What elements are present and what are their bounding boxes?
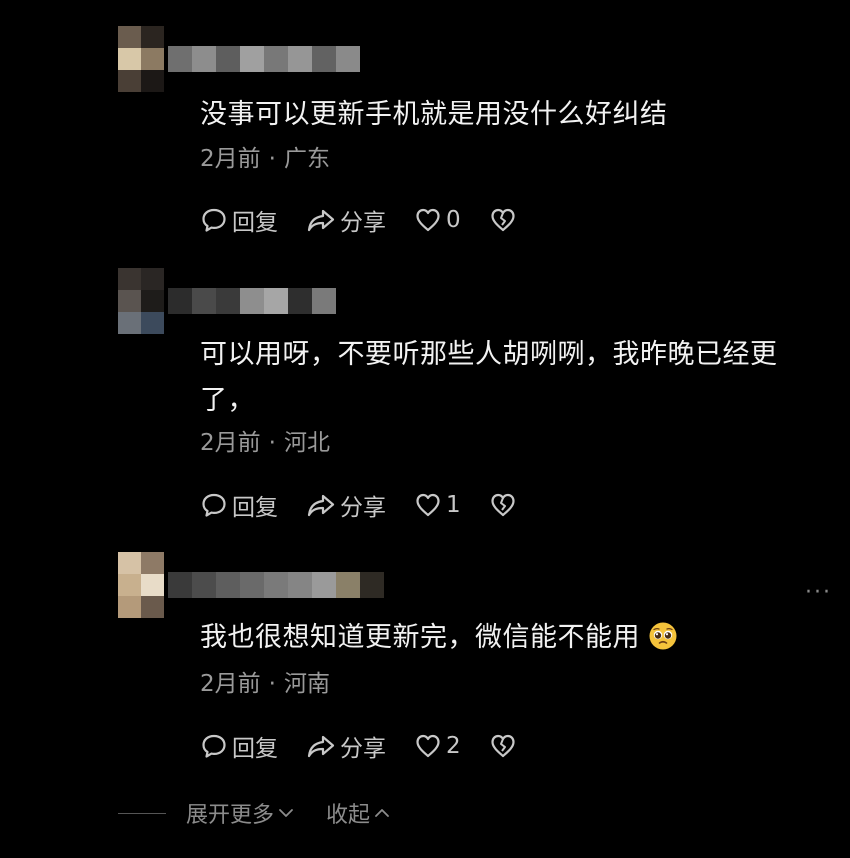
collapse-label: 收起 (326, 803, 371, 828)
separator: · (268, 671, 276, 697)
reply-button[interactable]: 回复 (200, 488, 278, 522)
share-label: 分享 (340, 210, 386, 236)
username-redacted[interactable] (168, 288, 336, 314)
avatar[interactable] (118, 26, 164, 92)
like-button[interactable]: 1 (414, 491, 461, 519)
divider (118, 812, 166, 814)
like-button[interactable]: 0 (414, 206, 461, 234)
like-count: 0 (446, 207, 461, 233)
comment-meta: 2月前 · 河南 (200, 669, 330, 699)
dislike-button[interactable] (489, 732, 521, 760)
comment-icon (202, 734, 226, 758)
reply-button[interactable]: 回复 (200, 203, 278, 237)
heart-icon (416, 208, 440, 232)
like-count: 1 (446, 492, 461, 518)
comment-location: 广东 (283, 146, 330, 172)
share-button[interactable]: 分享 (306, 488, 386, 522)
dislike-button[interactable] (489, 491, 521, 519)
comment-meta: 2月前 · 河北 (200, 428, 330, 458)
dislike-button[interactable] (489, 206, 521, 234)
username-redacted[interactable] (168, 46, 360, 72)
heart-icon (416, 493, 440, 517)
more-options-button[interactable]: ··· (805, 580, 832, 605)
comment-icon (202, 493, 226, 517)
comment-time: 2月前 (200, 146, 261, 172)
expand-more-label: 展开更多 (186, 803, 275, 828)
share-arrow-icon (307, 494, 335, 517)
separator: · (268, 146, 276, 172)
share-button[interactable]: 分享 (306, 203, 386, 237)
avatar[interactable] (118, 268, 164, 334)
comment-text: 我也很想知道更新完，微信能不能用 (200, 615, 800, 661)
comment-actions: 回复 分享 1 (200, 488, 549, 522)
collapse-button[interactable]: 收起 (326, 797, 392, 829)
avatar[interactable] (118, 552, 164, 618)
chevron-down-icon (279, 809, 293, 817)
pleading-face-emoji (649, 622, 677, 650)
username-redacted[interactable] (168, 572, 384, 598)
reply-label: 回复 (232, 736, 278, 762)
share-arrow-icon (307, 209, 335, 232)
expand-more-button[interactable]: 展开更多 (186, 797, 296, 829)
share-label: 分享 (340, 736, 386, 762)
comment-time: 2月前 (200, 430, 261, 456)
broken-heart-icon (491, 208, 515, 232)
comment-location: 河北 (283, 430, 330, 456)
share-label: 分享 (340, 495, 386, 521)
comment-text-body: 我也很想知道更新完，微信能不能用 (200, 622, 640, 653)
heart-icon (416, 734, 440, 758)
comment-icon (202, 208, 226, 232)
share-arrow-icon (307, 735, 335, 758)
reply-label: 回复 (232, 495, 278, 521)
reply-button[interactable]: 回复 (200, 729, 278, 763)
like-count: 2 (446, 733, 461, 759)
comment-text: 可以用呀，不要听那些人胡咧咧，我昨晚已经更了， (200, 339, 778, 416)
comment-time: 2月前 (200, 671, 261, 697)
replies-footer: 展开更多 收起 (118, 796, 422, 830)
comment-actions: 回复 分享 0 (200, 203, 549, 237)
comment-actions: 回复 分享 2 (200, 729, 549, 763)
share-button[interactable]: 分享 (306, 729, 386, 763)
comment-location: 河南 (283, 671, 330, 697)
like-button[interactable]: 2 (414, 732, 461, 760)
comment-meta: 2月前 · 广东 (200, 144, 330, 174)
reply-label: 回复 (232, 210, 278, 236)
separator: · (268, 430, 276, 456)
comment-text: 没事可以更新手机就是用没什么好纠结 (200, 99, 668, 130)
broken-heart-icon (491, 734, 515, 758)
broken-heart-icon (491, 493, 515, 517)
chevron-up-icon (375, 809, 389, 817)
